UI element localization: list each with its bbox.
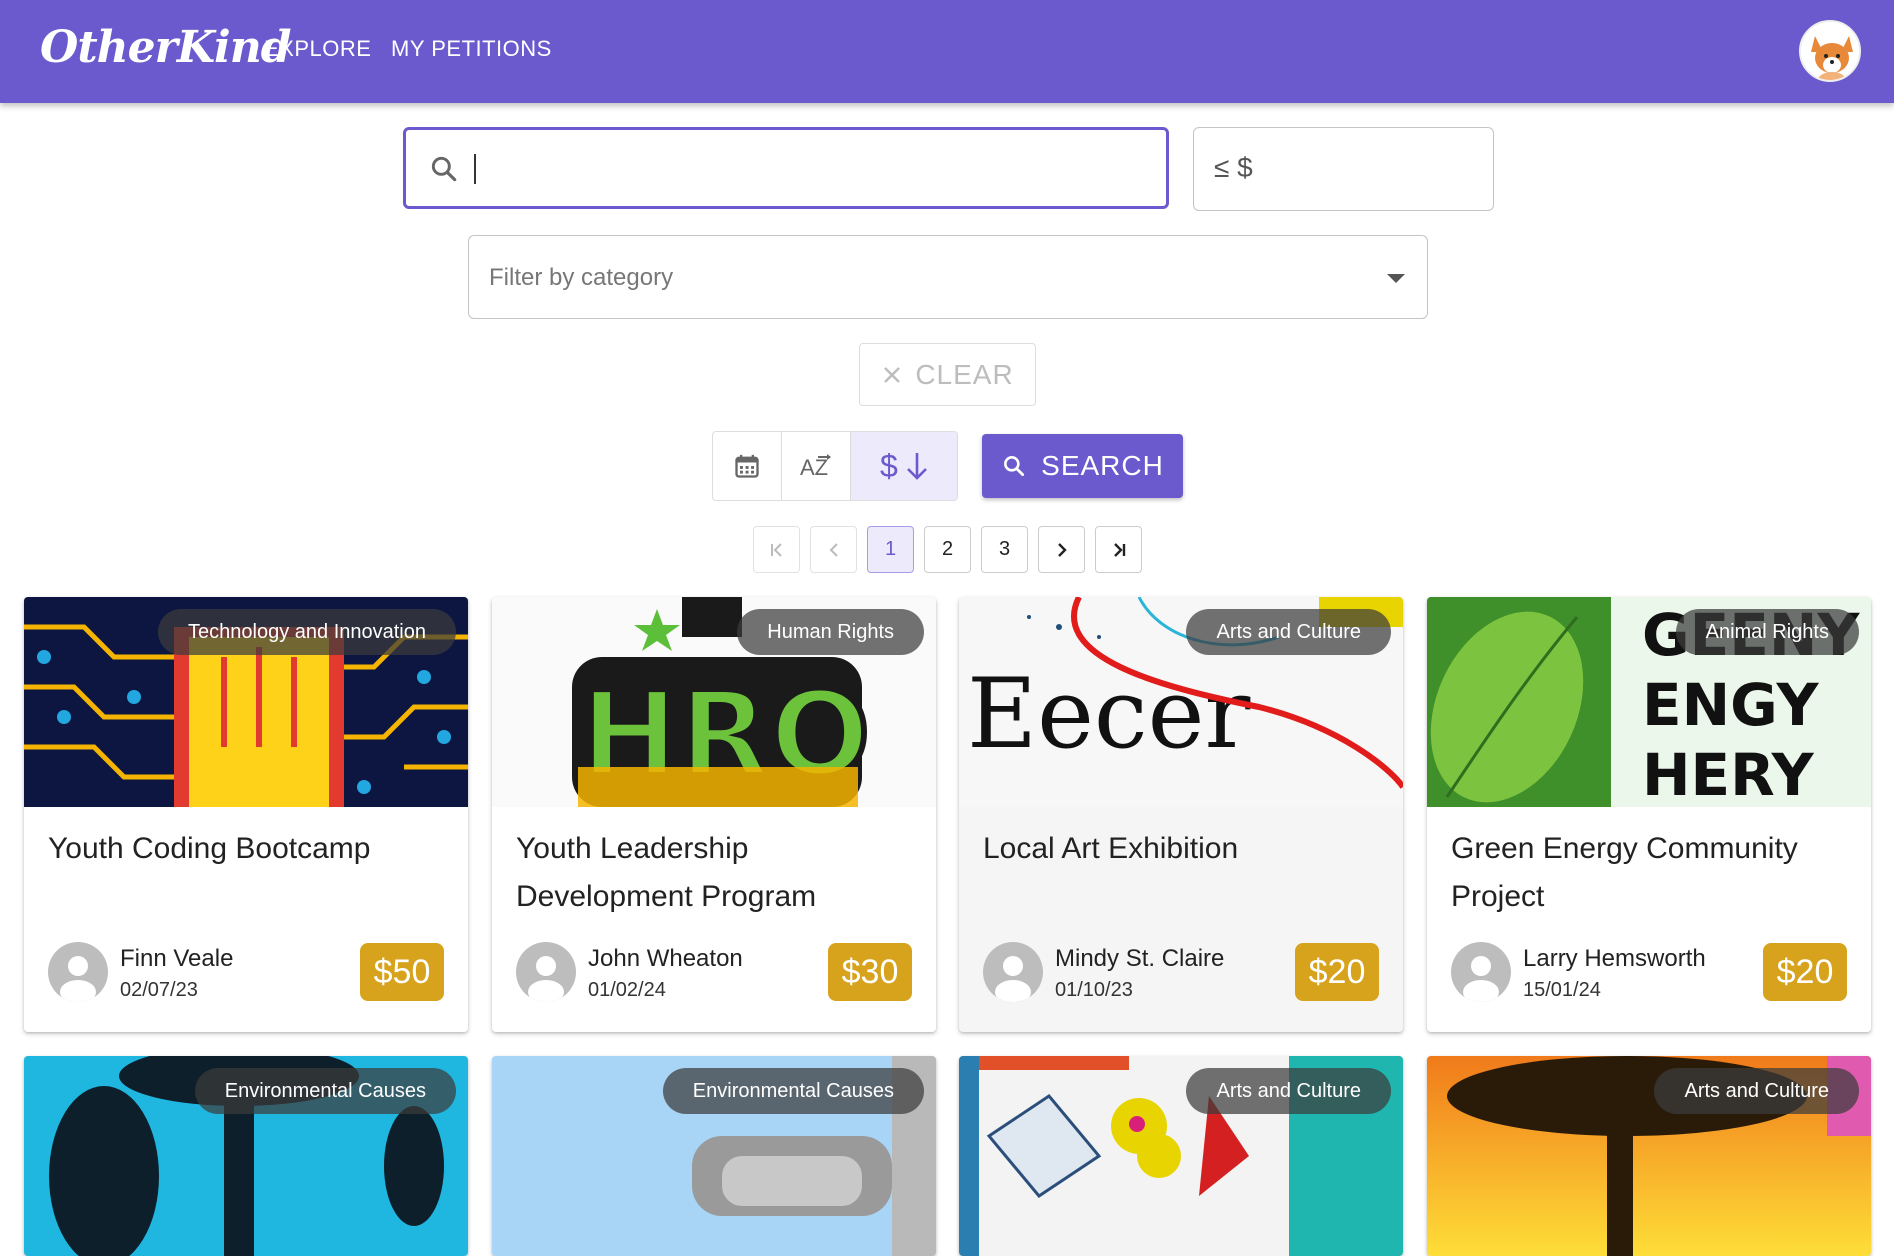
petition-card[interactable]: Arts and Culture [959,1056,1403,1256]
petition-title: Green Energy Community Project [1451,832,1798,913]
petition-card[interactable]: Arts and Culture [1427,1056,1871,1256]
owner-avatar-icon [983,942,1043,1002]
previous-page-button[interactable] [810,526,857,573]
owner-avatar-icon [1451,942,1511,1002]
owner-avatar-icon [516,942,576,1002]
owner-name: John Wheaton [588,945,743,972]
first-page-icon [770,542,782,557]
sort-toggle-group: AZ $ [712,431,958,501]
owner-name: Finn Veale [120,945,234,972]
category-chip: Animal Rights [1675,609,1859,655]
arrow-down-icon [906,453,927,480]
category-chip: Arts and Culture [1186,609,1391,655]
price-adornment: ≤ $ [1214,152,1253,183]
petition-title: Youth Coding Bootcamp [48,832,371,865]
petition-date: 01/02/24 [588,979,666,1001]
petition-date: 02/07/23 [120,979,198,1001]
petition-date: 01/10/23 [1055,979,1133,1001]
price-badge: $50 [360,943,444,1001]
max-price-field[interactable]: ≤ $ [1193,127,1494,211]
price-badge: $20 [1763,943,1847,1001]
user-avatar[interactable] [1799,20,1861,82]
last-page-button[interactable] [1095,526,1142,573]
search-button[interactable]: SEARCH [982,434,1183,498]
dropdown-arrow-icon [1387,274,1405,283]
category-select[interactable]: Filter by category [468,235,1428,319]
next-page-button[interactable] [1038,526,1085,573]
category-chip: Environmental Causes [194,1068,456,1114]
petition-date: 15/01/24 [1523,979,1601,1001]
page-button-2[interactable]: 2 [924,526,971,573]
category-chip: Technology and Innovation [158,609,456,655]
category-placeholder: Filter by category [489,264,674,291]
pagination: 1 2 3 [753,526,1142,573]
close-icon [884,366,901,383]
petition-card[interactable]: Eecer Arts and Culture Local Art Exhibit… [959,597,1403,1032]
app-logo[interactable]: OtherKind [40,22,292,73]
page-button-3[interactable]: 3 [981,526,1028,573]
petition-card[interactable]: Environmental Causes [24,1056,468,1256]
category-chip: Arts and Culture [1186,1068,1391,1114]
app-bar: OtherKind EXPLORE MY PETITIONS [0,0,1894,103]
search-input[interactable] [476,140,1156,198]
clear-button-label: CLEAR [915,358,1014,390]
sort-az-icon: AZ [800,454,832,480]
owner-avatar-icon [48,942,108,1002]
price-badge: $30 [828,943,912,1001]
petition-card[interactable]: HRO Human Rights Youth Leadership Develo… [492,597,936,1032]
sort-alphabetical-button[interactable]: AZ [782,432,851,500]
category-chip: Arts and Culture [1654,1068,1859,1114]
nav-explore[interactable]: EXPLORE [264,36,371,62]
art-image-text: Eecer [967,658,1250,770]
category-chip: Environmental Causes [662,1068,924,1114]
chevron-right-icon [1057,542,1067,557]
green-image-text-2: ENGY [1642,671,1819,739]
category-chip: Human Rights [737,609,924,655]
last-page-icon [1113,542,1125,557]
petition-card[interactable]: Technology and Innovation Youth Coding B… [24,597,468,1032]
price-badge: $20 [1295,943,1379,1001]
search-field[interactable] [403,127,1169,209]
petition-card[interactable]: GEENY ENGY HERY Animal Rights Green Ener… [1427,597,1871,1032]
clear-button[interactable]: CLEAR [859,343,1036,406]
owner-name: Mindy St. Claire [1055,945,1225,972]
petition-title: Local Art Exhibition [983,832,1239,865]
sort-by-date-button[interactable] [713,432,783,500]
sort-az-text: AZ [800,455,828,480]
nav-my-petitions[interactable]: MY PETITIONS [391,36,552,62]
corgi-avatar-icon [1801,22,1859,80]
max-price-input[interactable] [1264,138,1474,198]
calendar-icon [735,454,759,478]
sort-by-cost-button[interactable]: $ [850,432,957,500]
petition-title: Youth Leadership Development Program [516,832,817,913]
search-icon [431,156,457,182]
green-image-text-3: HERY [1642,741,1815,807]
search-icon [1004,456,1025,477]
first-page-button[interactable] [753,526,800,573]
page-button-1[interactable]: 1 [867,526,914,573]
petition-card[interactable]: Environmental Causes [492,1056,936,1256]
search-button-label: SEARCH [1041,450,1164,481]
dollar-icon: $ [880,447,898,484]
owner-name: Larry Hemsworth [1523,945,1706,972]
chevron-left-icon [829,542,838,557]
